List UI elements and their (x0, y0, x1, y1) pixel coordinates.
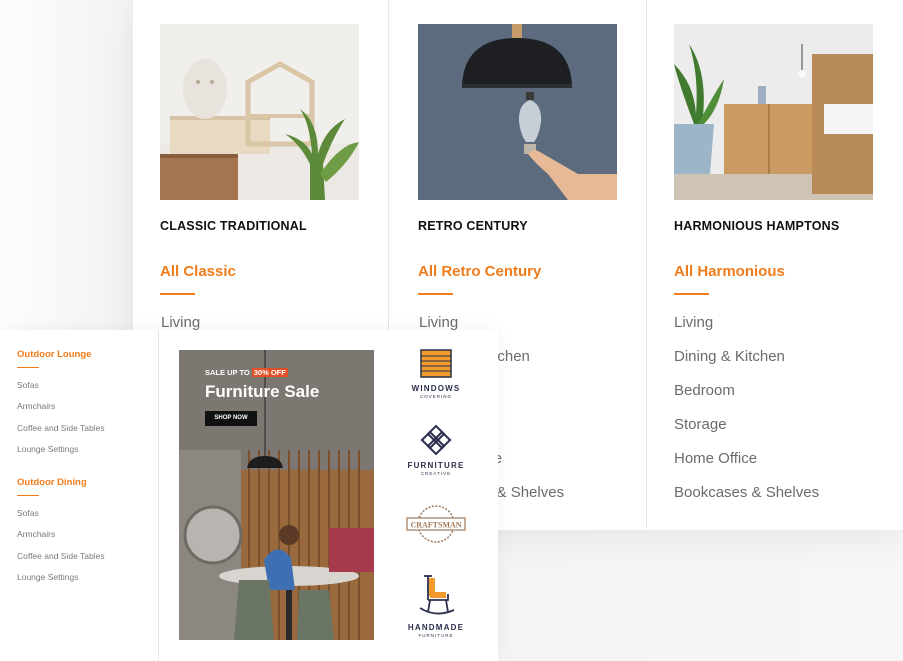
brand-subtitle: COVERING (419, 394, 452, 399)
column-title[interactable]: HARMONIOUS HAMPTONS (674, 219, 839, 233)
all-harmonious-link[interactable]: All Harmonious (674, 263, 785, 280)
column-title[interactable]: CLASSIC TRADITIONAL (160, 219, 307, 233)
brand-windows-covering[interactable]: WINDOWS COVERING (398, 349, 474, 399)
brand-name: WINDOWS (411, 384, 461, 393)
menu-column-hamptons: HARMONIOUS HAMPTONS All Harmonious Livin… (647, 0, 903, 528)
hamptons-thumbnail[interactable] (674, 24, 873, 200)
accent-underline (160, 293, 195, 295)
banner-eyebrow: SALE UP TO 30% OFF (205, 368, 288, 377)
outdoor-lounge-links: Sofas Armchairs Coffee and Side Tables L… (17, 380, 105, 465)
discount-badge: 30% OFF (251, 368, 288, 377)
brand-furniture-creative[interactable]: FURNITURE CREATIVE (398, 424, 474, 476)
all-classic-link[interactable]: All Classic (160, 263, 236, 280)
knot-icon (420, 424, 452, 456)
submenu-link-armchairs[interactable]: Armchairs (17, 401, 105, 422)
column-title[interactable]: RETRO CENTURY (418, 219, 528, 233)
banner-title: Furniture Sale (205, 382, 320, 401)
brand-name: FURNITURE (407, 461, 465, 470)
outdoor-dining-links: Sofas Armchairs Coffee and Side Tables L… (17, 508, 105, 593)
brand-handmade-furniture[interactable]: HANDMADE FURNITURE (398, 574, 474, 638)
submenu-link-armchairs[interactable]: Armchairs (17, 529, 105, 550)
menu-link-storage[interactable]: Storage (674, 416, 819, 450)
submenu-link-lounge-settings[interactable]: Lounge Settings (17, 572, 105, 593)
retro-thumbnail[interactable] (418, 24, 617, 200)
accent-underline (674, 293, 709, 295)
submenu-link-sofas[interactable]: Sofas (17, 508, 105, 529)
menu-link-bedroom[interactable]: Bedroom (674, 382, 819, 416)
all-retro-link[interactable]: All Retro Century (418, 263, 541, 280)
brand-name: HANDMADE (407, 623, 465, 632)
sale-banner[interactable]: SALE UP TO 30% OFF Furniture Sale SHOP NO… (179, 350, 374, 640)
submenu-sidebar: Outdoor Lounge Sofas Armchairs Coffee an… (0, 330, 159, 661)
brand-name: CRAFTSMAN (410, 521, 461, 530)
menu-link-bookcases[interactable]: Bookcases & Shelves (674, 484, 819, 518)
brand-craftsman[interactable]: CRAFTSMAN (398, 504, 474, 549)
accent-underline (418, 293, 453, 295)
submenu-link-lounge-settings[interactable]: Lounge Settings (17, 444, 105, 465)
outdoor-submenu: Outdoor Lounge Sofas Armchairs Coffee an… (0, 330, 498, 661)
menu-link-home-office[interactable]: Home Office (674, 450, 819, 484)
hamptons-links: Living Dining & Kitchen Bedroom Storage … (674, 314, 819, 518)
group-title-outdoor-lounge[interactable]: Outdoor Lounge (17, 349, 91, 360)
submenu-link-tables[interactable]: Coffee and Side Tables (17, 551, 105, 572)
brand-subtitle: FURNITURE (418, 633, 454, 638)
brand-subtitle: CREATIVE (420, 471, 452, 476)
shop-now-button[interactable]: SHOP NOW (205, 411, 257, 426)
badge-icon: CRAFTSMAN (406, 505, 466, 543)
menu-link-dining[interactable]: Dining & Kitchen (674, 348, 819, 382)
accent-underline (17, 495, 39, 496)
accent-underline (17, 367, 39, 368)
rocking-chair-icon (419, 575, 455, 615)
blinds-icon (420, 349, 452, 378)
menu-link-living[interactable]: Living (674, 314, 819, 348)
classic-thumbnail[interactable] (160, 24, 359, 200)
group-title-outdoor-dining[interactable]: Outdoor Dining (17, 477, 87, 488)
submenu-link-tables[interactable]: Coffee and Side Tables (17, 423, 105, 444)
submenu-link-sofas[interactable]: Sofas (17, 380, 105, 401)
